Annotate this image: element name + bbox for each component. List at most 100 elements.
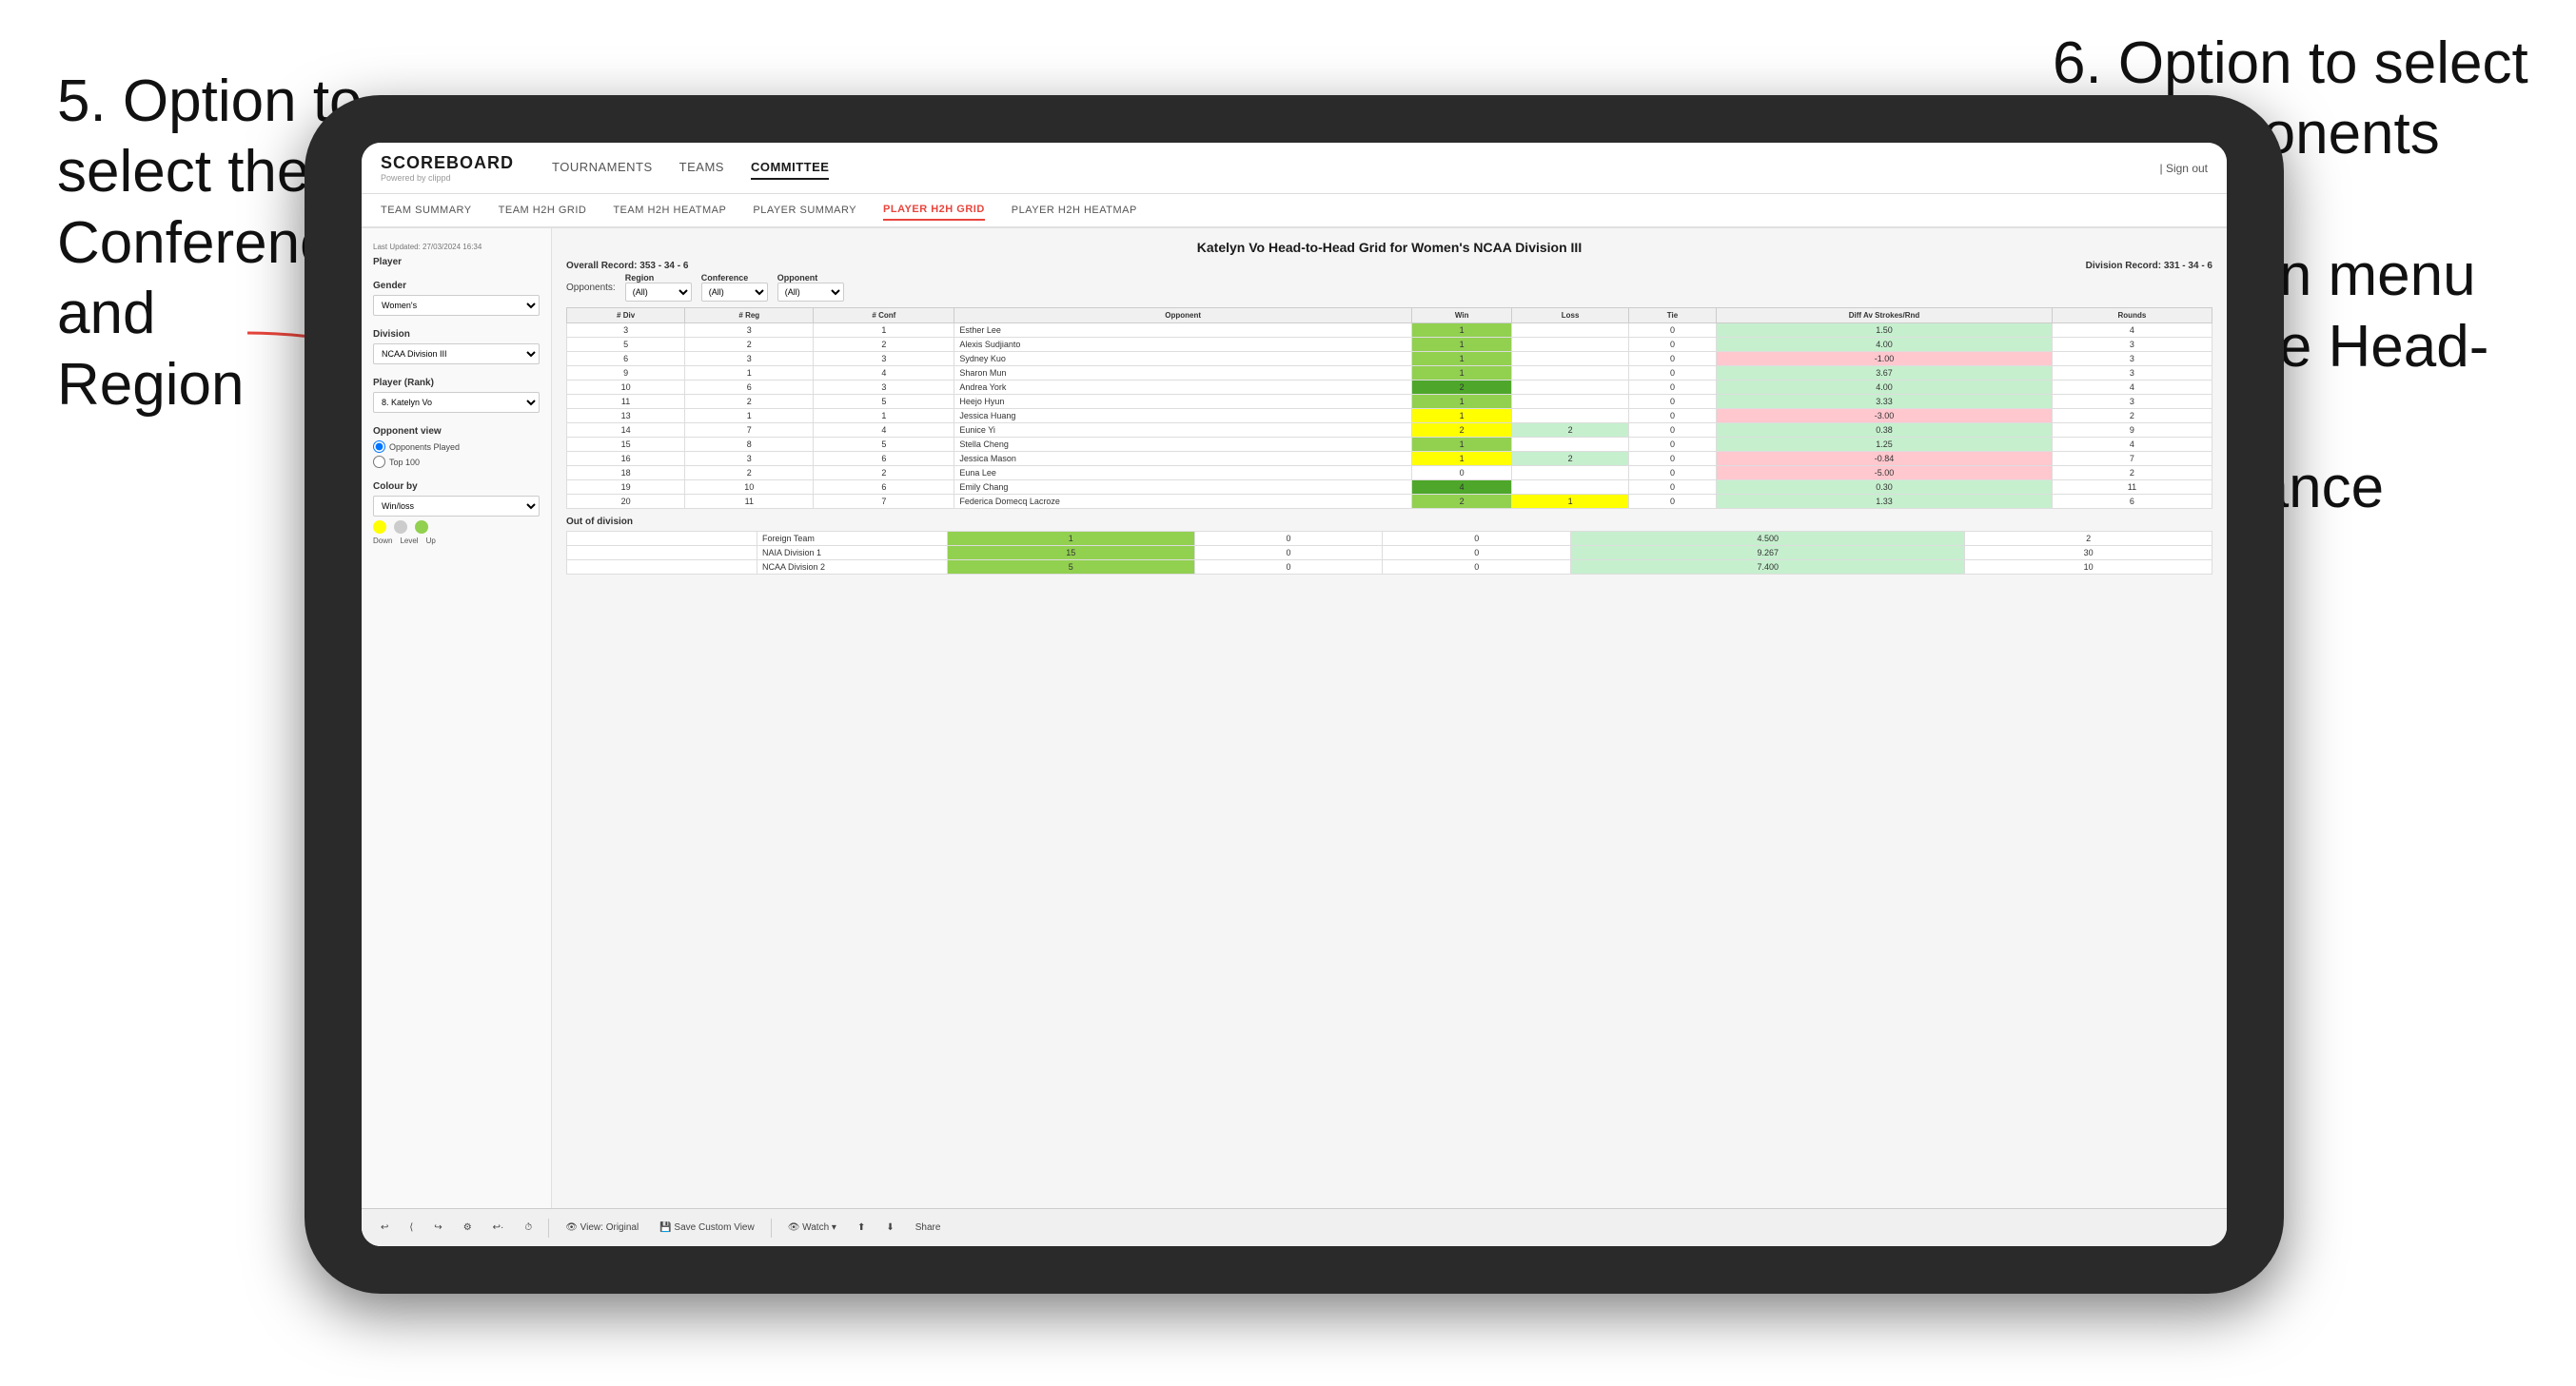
sidebar-colour-select[interactable]: Win/loss (373, 496, 540, 517)
sidebar-colour-label: Colour by (373, 481, 540, 492)
cell-loss: 0 (1194, 560, 1383, 575)
cell-rounds: 2 (2052, 466, 2212, 480)
table-row: 3 3 1 Esther Lee 1 0 1.50 4 (567, 323, 2212, 338)
table-row: 9 1 4 Sharon Mun 1 0 3.67 3 (567, 366, 2212, 381)
cell-opponent: Sydney Kuo (954, 352, 1412, 366)
toolbar-view-original[interactable]: 👁 View: Original (560, 1220, 643, 1235)
th-conf: # Conf (814, 308, 954, 323)
sidebar-division-label: Division (373, 329, 540, 340)
table-body: 3 3 1 Esther Lee 1 0 1.50 4 5 2 2 Alexis… (567, 323, 2212, 509)
toolbar-upload[interactable]: ⬆ (853, 1220, 870, 1235)
cell-div: 15 (567, 438, 685, 452)
table-header-row: # Div # Reg # Conf Opponent Win Loss Tie… (567, 308, 2212, 323)
cell-opponent: Jessica Mason (954, 452, 1412, 466)
cell-conf: 6 (814, 480, 954, 495)
sidebar-radio-group: Opponents Played Top 100 (373, 440, 540, 468)
subnav-team-h2h-grid[interactable]: TEAM H2H GRID (499, 201, 587, 220)
cell-rounds: 30 (1965, 546, 2212, 560)
sign-out[interactable]: | Sign out (2160, 162, 2208, 175)
cell-diff: -3.00 (1717, 409, 2053, 423)
cell-loss: 2 (1512, 452, 1628, 466)
cell-tie: 0 (1628, 323, 1716, 338)
toolbar-separator-2 (771, 1219, 772, 1238)
cell-loss (1512, 409, 1628, 423)
cell-name (567, 532, 757, 546)
dot-level (394, 520, 407, 534)
label-level: Level (400, 537, 418, 545)
opponent-select[interactable]: (All) (777, 283, 844, 302)
out-div-body: Foreign Team 1 0 0 4.500 2 NAIA Division… (567, 532, 2212, 575)
cell-loss (1512, 438, 1628, 452)
subnav-player-summary[interactable]: PLAYER SUMMARY (753, 201, 856, 220)
cell-loss: 0 (1194, 532, 1383, 546)
toolbar-watch[interactable]: 👁 Watch ▾ (783, 1220, 841, 1235)
conference-select[interactable]: (All) (701, 283, 768, 302)
nav-committee[interactable]: COMMITTEE (751, 156, 830, 180)
cell-rounds: 3 (2052, 366, 2212, 381)
tablet-shell: SCOREBOARD Powered by clippd TOURNAMENTS… (305, 95, 2284, 1294)
sidebar-division-select[interactable]: NCAA Division III (373, 343, 540, 364)
region-label: Region (625, 273, 692, 283)
toolbar-back[interactable]: ⟨ (404, 1220, 418, 1235)
opponent-filter-group: Opponent (All) (777, 273, 844, 302)
cell-diff: 4.00 (1717, 381, 2053, 395)
conference-label: Conference (701, 273, 768, 283)
sidebar: Last Updated: 27/03/2024 16:34 Player Ge… (362, 228, 552, 1246)
cell-win: 1 (1411, 366, 1512, 381)
cell-conf: 3 (814, 381, 954, 395)
cell-div: 3 (567, 323, 685, 338)
filter-row: Opponents: Region (All) Conference (All) (566, 273, 2212, 302)
sidebar-opponent-view-section: Opponent view Opponents Played Top 100 (373, 426, 540, 468)
cell-conf: 3 (814, 352, 954, 366)
cell-win: 1 (1411, 438, 1512, 452)
dot-up (415, 520, 428, 534)
th-reg: # Reg (685, 308, 814, 323)
cell-opponent: Andrea York (954, 381, 1412, 395)
cell-reg: 1 (685, 409, 814, 423)
subnav-player-h2h-grid[interactable]: PLAYER H2H GRID (883, 200, 985, 221)
cell-opponent: Jessica Huang (954, 409, 1412, 423)
table-row: 19 10 6 Emily Chang 4 0 0.30 11 (567, 480, 2212, 495)
toolbar-undo[interactable]: ↩ (376, 1220, 393, 1235)
cell-win: 1 (1411, 323, 1512, 338)
cell-div: 13 (567, 409, 685, 423)
cell-diff: 9.267 (1571, 546, 1965, 560)
cell-opponent: Euna Lee (954, 466, 1412, 480)
cell-tie: 0 (1628, 423, 1716, 438)
table-row: 13 1 1 Jessica Huang 1 0 -3.00 2 (567, 409, 2212, 423)
cell-win: 1 (1411, 338, 1512, 352)
toolbar-redo[interactable]: ↪ (429, 1220, 446, 1235)
main-content: Last Updated: 27/03/2024 16:34 Player Ge… (362, 228, 2227, 1246)
toolbar-settings[interactable]: ⚙ (459, 1220, 477, 1235)
cell-reg: 1 (685, 366, 814, 381)
toolbar-undo2[interactable]: ↩· (488, 1220, 509, 1235)
region-select[interactable]: (All) (625, 283, 692, 302)
nav-teams[interactable]: TEAMS (679, 156, 724, 180)
toolbar-timer[interactable]: ⏱ (520, 1220, 537, 1235)
radio-opponents-played[interactable]: Opponents Played (373, 440, 540, 453)
cell-diff: 1.50 (1717, 323, 2053, 338)
subnav-team-summary[interactable]: TEAM SUMMARY (381, 201, 472, 220)
nav-tournaments[interactable]: TOURNAMENTS (552, 156, 653, 180)
toolbar-save-custom[interactable]: 💾 Save Custom View (655, 1220, 759, 1235)
cell-div: 11 (567, 395, 685, 409)
subnav-player-h2h-heatmap[interactable]: PLAYER H2H HEATMAP (1012, 201, 1137, 220)
cell-opponent: Heejo Hyun (954, 395, 1412, 409)
radio-top100[interactable]: Top 100 (373, 456, 540, 468)
cell-div: 14 (567, 423, 685, 438)
cell-win: 1 (948, 532, 1195, 546)
sidebar-gender-select[interactable]: Women's (373, 295, 540, 316)
cell-tie: 0 (1628, 366, 1716, 381)
th-tie: Tie (1628, 308, 1716, 323)
toolbar-share[interactable]: Share (911, 1220, 946, 1235)
cell-rounds: 4 (2052, 323, 2212, 338)
subnav-team-h2h-heatmap[interactable]: TEAM H2H HEATMAP (613, 201, 726, 220)
cell-name2: NAIA Division 1 (757, 546, 948, 560)
cell-win: 2 (1411, 381, 1512, 395)
sidebar-player-rank-select[interactable]: 8. Katelyn Vo (373, 392, 540, 413)
toolbar-download[interactable]: ⬇ (881, 1220, 898, 1235)
cell-diff: 4.500 (1571, 532, 1965, 546)
table-row: 10 6 3 Andrea York 2 0 4.00 4 (567, 381, 2212, 395)
cell-conf: 6 (814, 452, 954, 466)
sidebar-gender-section: Gender Women's (373, 281, 540, 316)
